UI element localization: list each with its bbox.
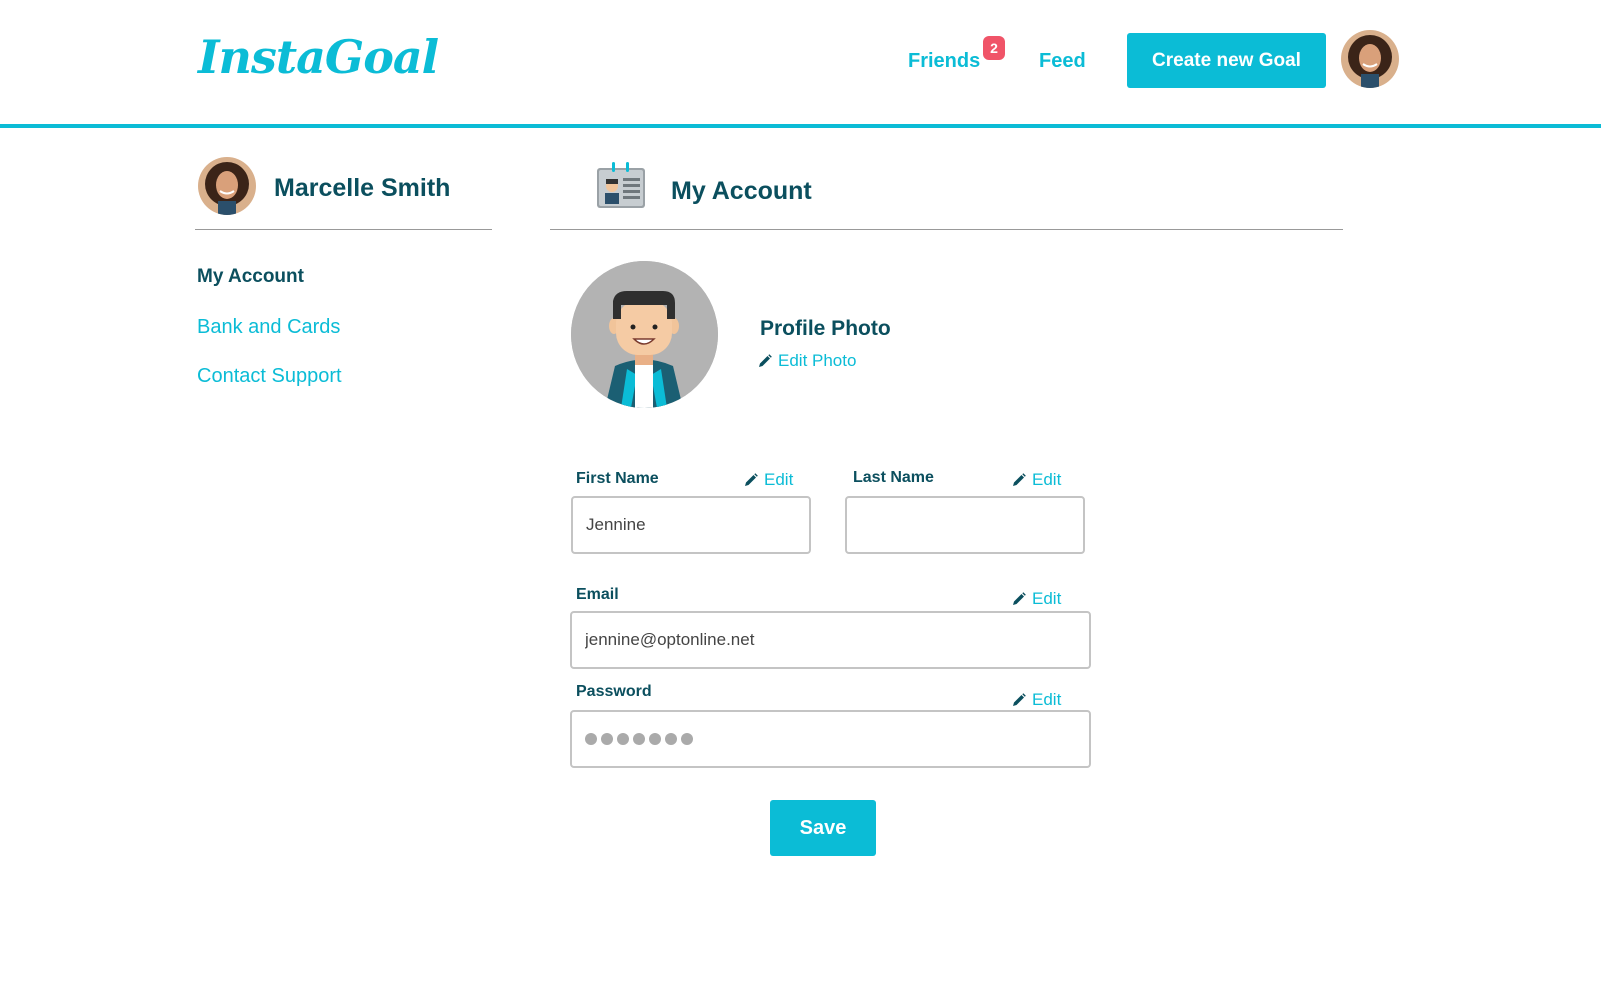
pencil-icon	[1013, 592, 1026, 605]
top-navbar: InstaGoal Friends 2 Feed Create new Goal	[0, 0, 1601, 124]
save-button[interactable]: Save	[770, 800, 876, 856]
password-mask-dot	[585, 733, 597, 745]
password-mask-dot	[617, 733, 629, 745]
pencil-icon	[1013, 693, 1026, 706]
sidebar-user-name: Marcelle Smith	[274, 174, 451, 202]
logo[interactable]: InstaGoal	[198, 30, 439, 84]
password-input[interactable]	[570, 710, 1091, 768]
page-title: My Account	[671, 177, 812, 205]
last-name-input[interactable]	[845, 496, 1085, 554]
nav-feed-link[interactable]: Feed	[1039, 50, 1086, 73]
last-name-label: Last Name	[853, 469, 934, 486]
pencil-icon	[759, 354, 772, 367]
sidebar-item-bank-and-cards[interactable]: Bank and Cards	[197, 316, 340, 339]
first-name-label: First Name	[576, 470, 659, 487]
email-label: Email	[576, 586, 619, 603]
header-divider	[0, 124, 1601, 128]
woman-avatar-icon	[1341, 30, 1399, 88]
woman-avatar-icon	[198, 157, 256, 215]
edit-photo-link[interactable]: Edit Photo	[758, 351, 856, 371]
sidebar-item-contact-support[interactable]: Contact Support	[197, 365, 342, 388]
sidebar-avatar	[198, 157, 256, 215]
edit-label: Edit	[1032, 589, 1062, 608]
create-goal-button[interactable]: Create new Goal	[1127, 33, 1326, 88]
first-name-input[interactable]	[571, 496, 811, 554]
password-mask-dot	[633, 733, 645, 745]
password-mask-dot	[601, 733, 613, 745]
id-card-icon	[597, 162, 645, 208]
edit-last-name-link[interactable]: Edit	[1012, 470, 1061, 490]
pencil-icon	[745, 473, 758, 486]
edit-password-link[interactable]: Edit	[1012, 690, 1061, 710]
edit-email-link[interactable]: Edit	[1012, 589, 1061, 609]
edit-first-name-link[interactable]: Edit	[744, 470, 793, 490]
nav-friends-link[interactable]: Friends	[908, 50, 980, 73]
edit-photo-label: Edit Photo	[778, 351, 857, 370]
sidebar-item-my-account[interactable]: My Account	[197, 266, 304, 288]
password-mask-dot	[649, 733, 661, 745]
password-label: Password	[576, 683, 652, 700]
friends-notification-badge: 2	[983, 36, 1005, 60]
main-divider	[550, 229, 1343, 230]
edit-label: Edit	[1032, 690, 1062, 709]
password-mask-dot	[665, 733, 677, 745]
password-mask-dot	[681, 733, 693, 745]
profile-photo	[571, 261, 718, 408]
man-avatar-icon	[571, 261, 718, 408]
sidebar-divider	[195, 229, 492, 230]
email-input[interactable]	[570, 611, 1091, 669]
pencil-icon	[1013, 473, 1026, 486]
user-avatar[interactable]	[1341, 30, 1399, 88]
profile-photo-label: Profile Photo	[760, 317, 891, 340]
edit-label: Edit	[764, 470, 794, 489]
edit-label: Edit	[1032, 470, 1062, 489]
